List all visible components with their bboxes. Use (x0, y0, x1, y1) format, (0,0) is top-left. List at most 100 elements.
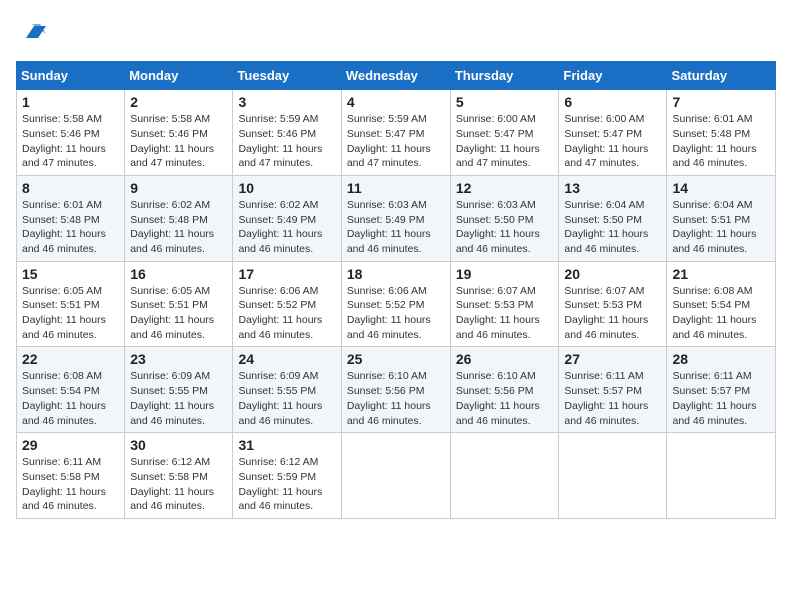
calendar-day-cell: 7 Sunrise: 6:01 AM Sunset: 5:48 PM Daylig… (667, 90, 776, 176)
calendar-day-cell: 12 Sunrise: 6:03 AM Sunset: 5:50 PM Dayli… (450, 175, 559, 261)
day-info: Sunrise: 5:58 AM Sunset: 5:46 PM Dayligh… (130, 112, 227, 171)
day-info: Sunrise: 6:11 AM Sunset: 5:58 PM Dayligh… (22, 455, 119, 514)
day-info: Sunrise: 6:07 AM Sunset: 5:53 PM Dayligh… (564, 284, 661, 343)
day-number: 13 (564, 180, 661, 196)
weekday-header-cell: Friday (559, 62, 667, 90)
day-number: 12 (456, 180, 554, 196)
weekday-header-cell: Monday (125, 62, 233, 90)
calendar-body: 1 Sunrise: 5:58 AM Sunset: 5:46 PM Daylig… (17, 90, 776, 519)
calendar-week-row: 29 Sunrise: 6:11 AM Sunset: 5:58 PM Dayli… (17, 433, 776, 519)
day-number: 9 (130, 180, 227, 196)
calendar-day-cell (450, 433, 559, 519)
day-info: Sunrise: 6:05 AM Sunset: 5:51 PM Dayligh… (22, 284, 119, 343)
calendar-day-cell: 22 Sunrise: 6:08 AM Sunset: 5:54 PM Dayli… (17, 347, 125, 433)
day-info: Sunrise: 5:58 AM Sunset: 5:46 PM Dayligh… (22, 112, 119, 171)
calendar-day-cell: 5Sunrise: 6:00 AM Sunset: 5:47 PM Daylig… (450, 90, 559, 176)
calendar-day-cell: 20 Sunrise: 6:07 AM Sunset: 5:53 PM Dayli… (559, 261, 667, 347)
calendar-day-cell (559, 433, 667, 519)
calendar-day-cell: 17Sunrise: 6:06 AM Sunset: 5:52 PM Dayli… (233, 261, 341, 347)
day-info: Sunrise: 6:11 AM Sunset: 5:57 PM Dayligh… (564, 369, 661, 428)
calendar-day-cell: 10 Sunrise: 6:02 AM Sunset: 5:49 PM Dayli… (233, 175, 341, 261)
calendar-day-cell: 18 Sunrise: 6:06 AM Sunset: 5:52 PM Dayli… (341, 261, 450, 347)
day-info: Sunrise: 6:02 AM Sunset: 5:48 PM Dayligh… (130, 198, 227, 257)
day-number: 19 (456, 266, 554, 282)
calendar-day-cell: 31 Sunrise: 6:12 AM Sunset: 5:59 PM Dayli… (233, 433, 341, 519)
logo (16, 16, 46, 49)
calendar-day-cell: 1 Sunrise: 5:58 AM Sunset: 5:46 PM Daylig… (17, 90, 125, 176)
calendar-week-row: 1 Sunrise: 5:58 AM Sunset: 5:46 PM Daylig… (17, 90, 776, 176)
day-info: Sunrise: 6:10 AM Sunset: 5:56 PM Dayligh… (456, 369, 554, 428)
day-info: Sunrise: 6:12 AM Sunset: 5:59 PM Dayligh… (238, 455, 335, 514)
day-info: Sunrise: 6:05 AM Sunset: 5:51 PM Dayligh… (130, 284, 227, 343)
calendar-day-cell: 25 Sunrise: 6:10 AM Sunset: 5:56 PM Dayli… (341, 347, 450, 433)
calendar-day-cell: 9 Sunrise: 6:02 AM Sunset: 5:48 PM Daylig… (125, 175, 233, 261)
day-number: 31 (238, 437, 335, 453)
calendar-day-cell: 11 Sunrise: 6:03 AM Sunset: 5:49 PM Dayli… (341, 175, 450, 261)
day-info: Sunrise: 6:07 AM Sunset: 5:53 PM Dayligh… (456, 284, 554, 343)
day-number: 8 (22, 180, 119, 196)
day-number: 30 (130, 437, 227, 453)
day-number: 18 (347, 266, 445, 282)
calendar-day-cell: 4 Sunrise: 5:59 AM Sunset: 5:47 PM Daylig… (341, 90, 450, 176)
day-number: 4 (347, 94, 445, 110)
page-header (16, 16, 776, 49)
logo-icon (18, 16, 46, 44)
day-number: 29 (22, 437, 119, 453)
day-number: 2 (130, 94, 227, 110)
calendar-day-cell: 27 Sunrise: 6:11 AM Sunset: 5:57 PM Dayli… (559, 347, 667, 433)
day-info: Sunrise: 6:08 AM Sunset: 5:54 PM Dayligh… (22, 369, 119, 428)
day-info: Sunrise: 6:00 AM Sunset: 5:47 PM Dayligh… (564, 112, 661, 171)
calendar-day-cell: 13 Sunrise: 6:04 AM Sunset: 5:50 PM Dayli… (559, 175, 667, 261)
calendar-day-cell: 23 Sunrise: 6:09 AM Sunset: 5:55 PM Dayli… (125, 347, 233, 433)
day-number: 10 (238, 180, 335, 196)
calendar-day-cell: 2 Sunrise: 5:58 AM Sunset: 5:46 PM Daylig… (125, 90, 233, 176)
day-info: Sunrise: 5:59 AM Sunset: 5:46 PM Dayligh… (238, 112, 335, 171)
day-info: Sunrise: 6:10 AM Sunset: 5:56 PM Dayligh… (347, 369, 445, 428)
logo-text (16, 16, 46, 49)
day-number: 6 (564, 94, 661, 110)
day-number: 16 (130, 266, 227, 282)
calendar-day-cell: 14Sunrise: 6:04 AM Sunset: 5:51 PM Dayli… (667, 175, 776, 261)
calendar-week-row: 22 Sunrise: 6:08 AM Sunset: 5:54 PM Dayli… (17, 347, 776, 433)
day-number: 22 (22, 351, 119, 367)
day-info: Sunrise: 6:06 AM Sunset: 5:52 PM Dayligh… (238, 284, 335, 343)
calendar-week-row: 8Sunrise: 6:01 AM Sunset: 5:48 PM Daylig… (17, 175, 776, 261)
day-info: Sunrise: 6:12 AM Sunset: 5:58 PM Dayligh… (130, 455, 227, 514)
weekday-header-cell: Sunday (17, 62, 125, 90)
day-info: Sunrise: 6:04 AM Sunset: 5:50 PM Dayligh… (564, 198, 661, 257)
day-number: 3 (238, 94, 335, 110)
day-number: 25 (347, 351, 445, 367)
day-number: 7 (672, 94, 770, 110)
calendar-day-cell: 15Sunrise: 6:05 AM Sunset: 5:51 PM Dayli… (17, 261, 125, 347)
weekday-header-cell: Wednesday (341, 62, 450, 90)
day-info: Sunrise: 6:00 AM Sunset: 5:47 PM Dayligh… (456, 112, 554, 171)
day-info: Sunrise: 6:01 AM Sunset: 5:48 PM Dayligh… (672, 112, 770, 171)
day-info: Sunrise: 6:03 AM Sunset: 5:49 PM Dayligh… (347, 198, 445, 257)
calendar-header-row: SundayMondayTuesdayWednesdayThursdayFrid… (17, 62, 776, 90)
day-number: 23 (130, 351, 227, 367)
weekday-header-cell: Saturday (667, 62, 776, 90)
day-number: 11 (347, 180, 445, 196)
day-info: Sunrise: 6:11 AM Sunset: 5:57 PM Dayligh… (672, 369, 770, 428)
day-info: Sunrise: 6:09 AM Sunset: 5:55 PM Dayligh… (238, 369, 335, 428)
day-info: Sunrise: 6:02 AM Sunset: 5:49 PM Dayligh… (238, 198, 335, 257)
calendar-day-cell: 30 Sunrise: 6:12 AM Sunset: 5:58 PM Dayli… (125, 433, 233, 519)
day-info: Sunrise: 6:08 AM Sunset: 5:54 PM Dayligh… (672, 284, 770, 343)
calendar-day-cell: 3 Sunrise: 5:59 AM Sunset: 5:46 PM Daylig… (233, 90, 341, 176)
calendar-day-cell: 6 Sunrise: 6:00 AM Sunset: 5:47 PM Daylig… (559, 90, 667, 176)
calendar-day-cell: 21Sunrise: 6:08 AM Sunset: 5:54 PM Dayli… (667, 261, 776, 347)
day-info: Sunrise: 6:09 AM Sunset: 5:55 PM Dayligh… (130, 369, 227, 428)
calendar-day-cell (667, 433, 776, 519)
day-number: 27 (564, 351, 661, 367)
day-info: Sunrise: 5:59 AM Sunset: 5:47 PM Dayligh… (347, 112, 445, 171)
day-info: Sunrise: 6:03 AM Sunset: 5:50 PM Dayligh… (456, 198, 554, 257)
calendar-day-cell: 19 Sunrise: 6:07 AM Sunset: 5:53 PM Dayli… (450, 261, 559, 347)
day-number: 20 (564, 266, 661, 282)
calendar-table: SundayMondayTuesdayWednesdayThursdayFrid… (16, 61, 776, 519)
calendar-day-cell: 28Sunrise: 6:11 AM Sunset: 5:57 PM Dayli… (667, 347, 776, 433)
calendar-day-cell: 24Sunrise: 6:09 AM Sunset: 5:55 PM Dayli… (233, 347, 341, 433)
day-number: 26 (456, 351, 554, 367)
day-info: Sunrise: 6:06 AM Sunset: 5:52 PM Dayligh… (347, 284, 445, 343)
calendar-day-cell: 8Sunrise: 6:01 AM Sunset: 5:48 PM Daylig… (17, 175, 125, 261)
day-number: 1 (22, 94, 119, 110)
